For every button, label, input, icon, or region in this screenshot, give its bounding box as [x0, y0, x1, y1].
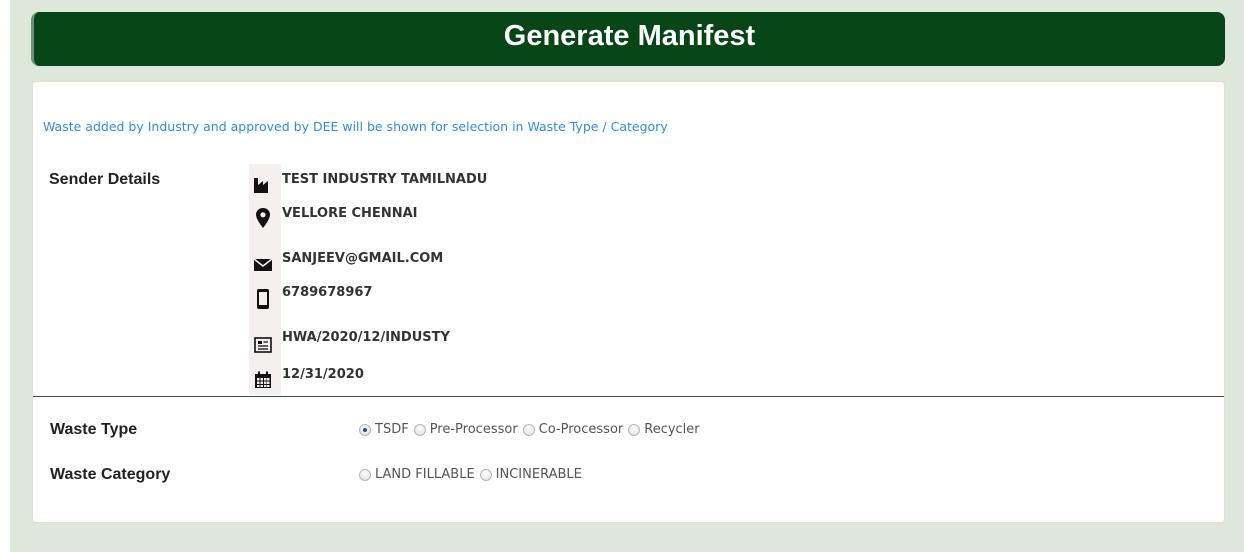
waste-type-option-recycler[interactable]: Recycler: [628, 422, 700, 437]
waste-category-option-land-fillable[interactable]: LAND FILLABLE: [359, 467, 475, 482]
waste-type-radio-group: TSDF Pre-Processor Co-Processor Recycler: [359, 422, 705, 437]
radio-label: Pre-Processor: [429, 422, 518, 437]
sender-date: 12/31/2020: [282, 367, 364, 382]
sender-authorization: HWA/2020/12/INDUSTY: [282, 330, 450, 345]
sender-email: SANJEEV@GMAIL.COM: [282, 251, 444, 266]
waste-category-option-incinerable[interactable]: INCINERABLE: [479, 467, 582, 482]
sender-phone: 6789678967: [282, 285, 373, 300]
waste-type-option-pre-processor[interactable]: Pre-Processor: [413, 422, 518, 437]
radio-label: LAND FILLABLE: [375, 467, 475, 482]
sender-address: VELLORE CHENNAI: [282, 206, 418, 221]
radio-button[interactable]: [359, 468, 371, 481]
certificate-icon: [251, 333, 275, 357]
calendar-icon: [251, 368, 275, 392]
manifest-form-panel: Waste added by Industry and approved by …: [32, 81, 1225, 523]
radio-label: Co-Processor: [538, 422, 624, 437]
radio-button[interactable]: [522, 423, 535, 436]
waste-category-label: Waste Category: [50, 466, 171, 483]
radio-button[interactable]: [413, 423, 426, 436]
radio-button[interactable]: [479, 468, 492, 481]
mobile-icon: [251, 287, 275, 311]
factory-icon: [251, 173, 275, 197]
section-divider: [33, 396, 1224, 397]
radio-label: TSDF: [375, 422, 409, 437]
radio-label: Recycler: [644, 422, 700, 437]
info-note: Waste added by Industry and approved by …: [43, 119, 668, 134]
envelope-icon: [251, 253, 275, 277]
radio-button[interactable]: [359, 423, 371, 436]
waste-category-radio-group: LAND FILLABLE INCINERABLE: [359, 467, 587, 482]
waste-type-label: Waste Type: [50, 421, 138, 438]
map-marker-icon: [251, 206, 275, 230]
sender-details-label: Sender Details: [49, 171, 161, 188]
waste-type-option-co-processor[interactable]: Co-Processor: [522, 422, 624, 437]
radio-button[interactable]: [628, 423, 641, 436]
sender-industry-name: TEST INDUSTRY TAMILNADU: [282, 172, 488, 187]
waste-type-option-tsdf[interactable]: TSDF: [359, 422, 409, 437]
icon-column: [249, 164, 281, 395]
page-title: Generate Manifest: [31, 12, 1225, 66]
radio-label: INCINERABLE: [495, 467, 582, 482]
